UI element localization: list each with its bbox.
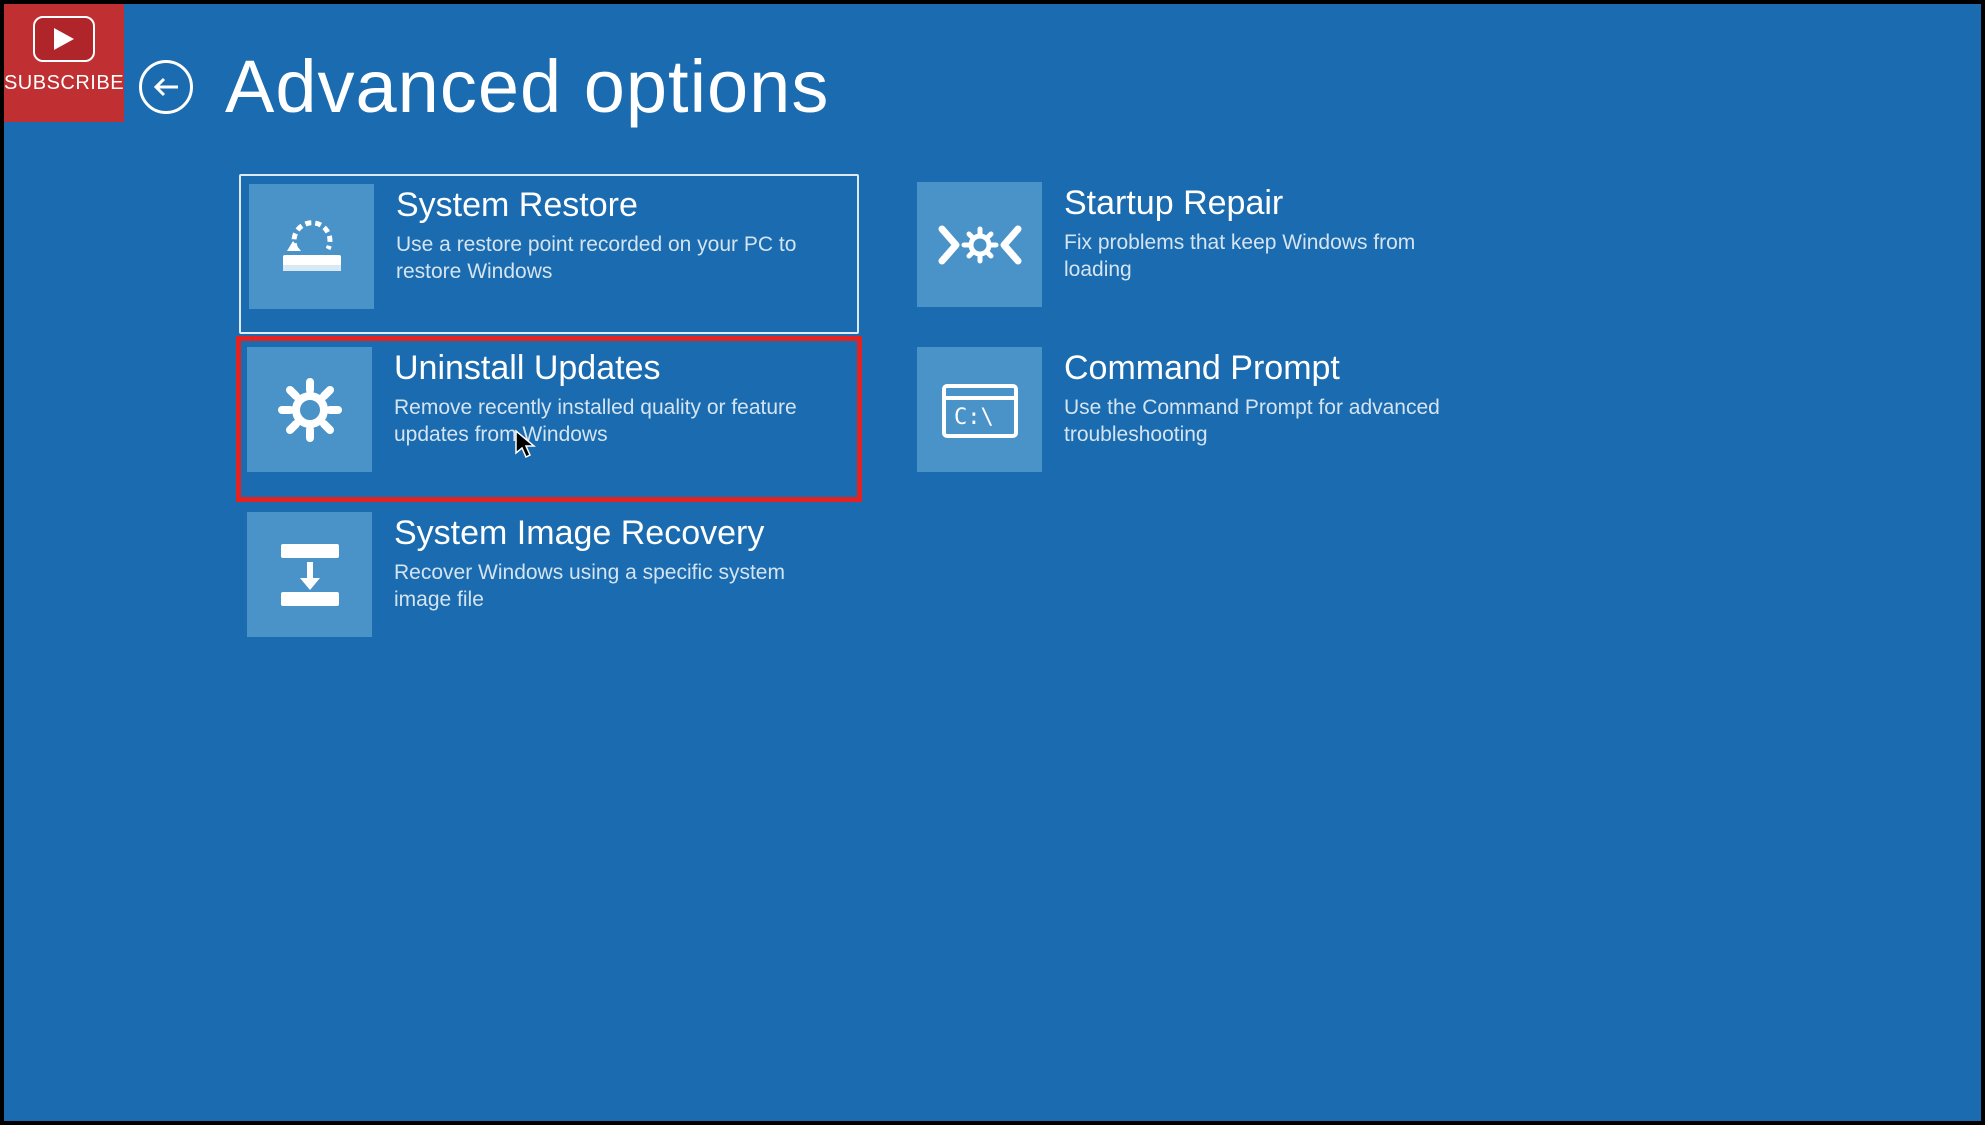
startup-repair-icon	[917, 182, 1042, 307]
tile-title: System Image Recovery	[394, 514, 814, 553]
tile-system-restore[interactable]: System Restore Use a restore point recor…	[239, 174, 859, 334]
system-image-recovery-icon	[247, 512, 372, 637]
play-icon	[33, 16, 95, 62]
system-restore-icon	[249, 184, 374, 309]
tile-title: Command Prompt	[1064, 349, 1484, 388]
tile-startup-repair[interactable]: Startup Repair Fix problems that keep Wi…	[909, 174, 1529, 334]
svg-text:C:\: C:\	[954, 405, 994, 430]
tile-description: Remove recently installed quality or fea…	[394, 394, 814, 449]
tile-title: Startup Repair	[1064, 184, 1484, 223]
back-button[interactable]	[139, 60, 193, 114]
subscribe-label: SUBSCRIBE	[4, 72, 124, 95]
subscribe-badge[interactable]: SUBSCRIBE	[4, 4, 124, 122]
tile-title: Uninstall Updates	[394, 349, 814, 388]
page-header: Advanced options	[139, 44, 829, 129]
options-grid: System Restore Use a restore point recor…	[239, 174, 1529, 664]
tile-description: Use a restore point recorded on your PC …	[396, 231, 816, 286]
tile-system-image-recovery[interactable]: System Image Recovery Recover Windows us…	[239, 504, 859, 664]
tile-description: Recover Windows using a specific system …	[394, 559, 814, 614]
tile-title: System Restore	[396, 186, 816, 225]
arrow-left-icon	[152, 76, 180, 98]
uninstall-updates-icon	[247, 347, 372, 472]
tile-uninstall-updates[interactable]: Uninstall Updates Remove recently instal…	[239, 339, 859, 499]
tile-description: Fix problems that keep Windows from load…	[1064, 229, 1484, 284]
tile-command-prompt[interactable]: C:\ Command Prompt Use the Command Promp…	[909, 339, 1529, 499]
tile-description: Use the Command Prompt for advanced trou…	[1064, 394, 1484, 449]
command-prompt-icon: C:\	[917, 347, 1042, 472]
page-title: Advanced options	[225, 44, 829, 129]
